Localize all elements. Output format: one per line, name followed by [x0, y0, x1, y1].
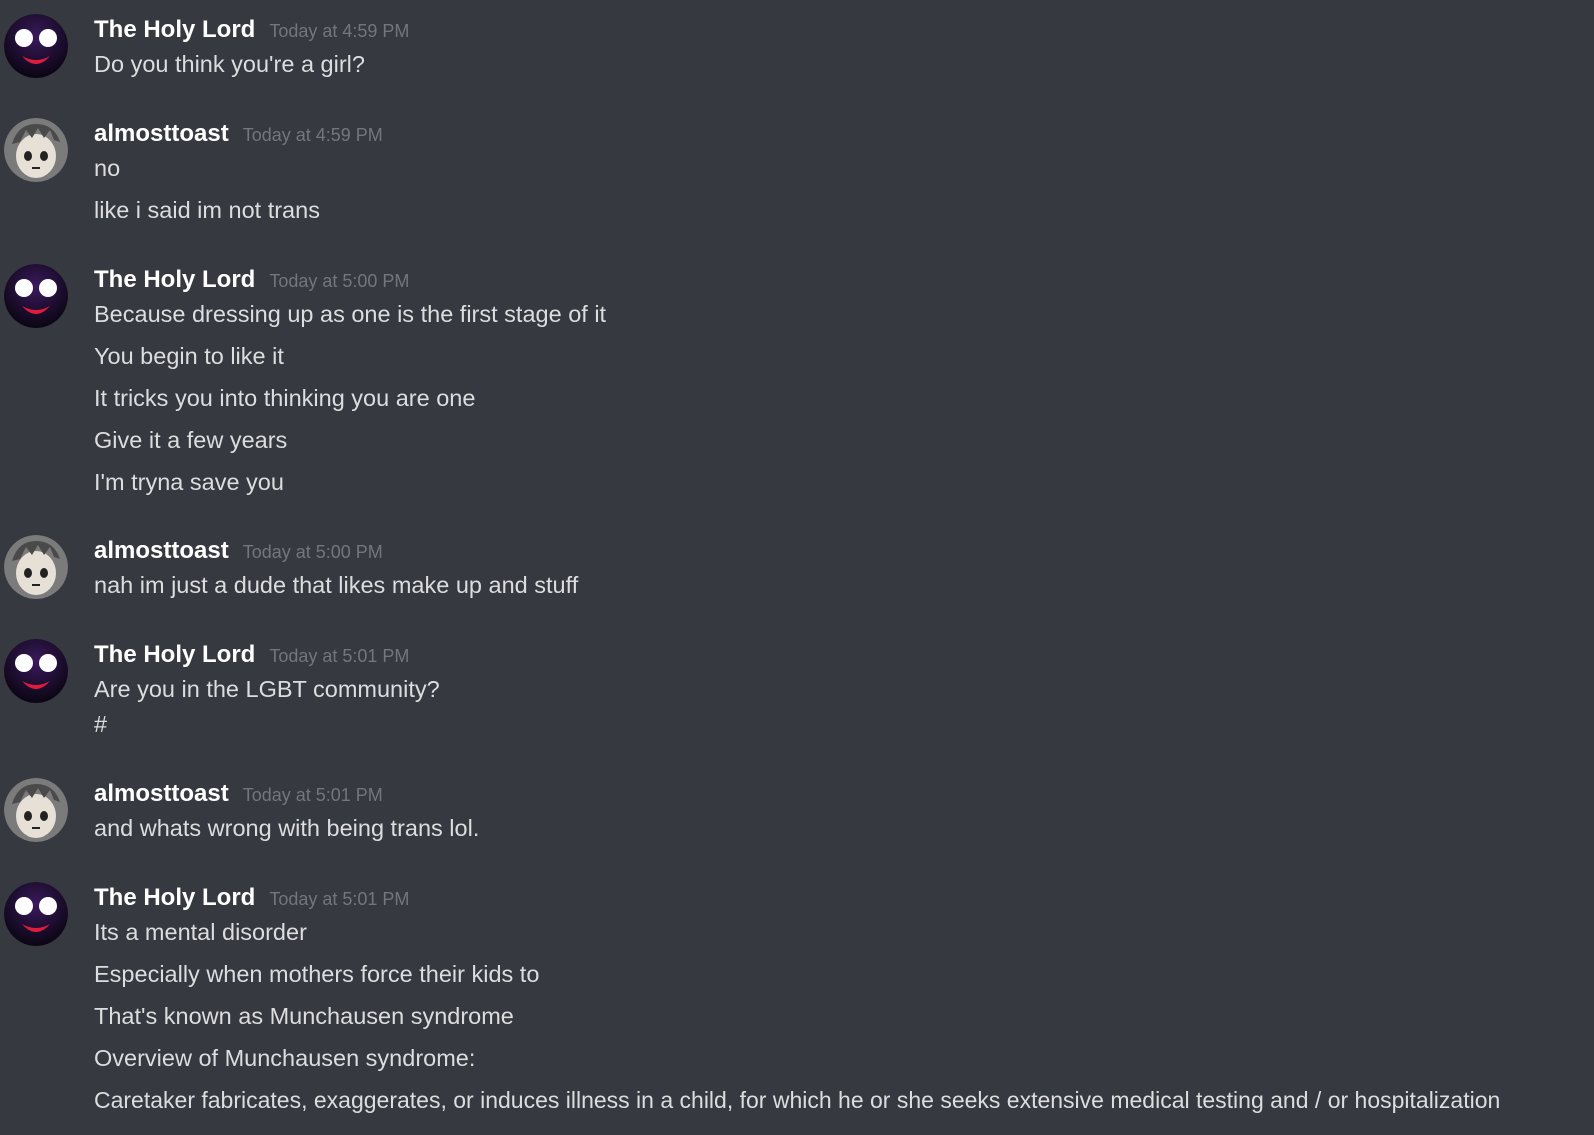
message-text: Do you think you're a girl? [94, 51, 365, 77]
chat-messages: The Holy Lord Today at 4:59 PM Do you th… [0, 0, 1594, 1135]
username[interactable]: almosttoast [94, 118, 229, 150]
message-header: almosttoast Today at 5:01 PM [94, 778, 383, 810]
timestamp[interactable]: Today at 5:01 PM [269, 883, 409, 915]
message-text: Give it a few years [94, 427, 288, 453]
message-text: Its a mental disorder [94, 919, 307, 945]
message-text: Overview of Munchausen syndrome: [94, 1045, 476, 1071]
message-text: like i said im not trans [94, 197, 320, 223]
message-text: That's known as Munchausen syndrome [94, 1003, 514, 1029]
message-text: and whats wrong with being trans lol. [94, 815, 480, 841]
purple-smiley-face-icon [4, 882, 68, 946]
message-text: nah im just a dude that likes make up an… [94, 572, 579, 598]
message-text: Especially when mothers force their kids… [94, 961, 540, 987]
avatar[interactable] [4, 882, 68, 946]
message-header: almosttoast Today at 5:00 PM [94, 535, 383, 567]
username[interactable]: almosttoast [94, 535, 229, 567]
username[interactable]: almosttoast [94, 778, 229, 810]
message-text: Are you in the LGBT community? [94, 676, 440, 702]
timestamp[interactable]: Today at 4:59 PM [243, 119, 383, 151]
avatar[interactable] [4, 778, 68, 842]
message-text: # [94, 711, 108, 737]
avatar[interactable] [4, 639, 68, 703]
face-sketch-icon [4, 778, 68, 842]
face-sketch-icon [4, 535, 68, 599]
purple-smiley-face-icon [4, 264, 68, 328]
timestamp[interactable]: Today at 5:01 PM [243, 779, 383, 811]
username[interactable]: The Holy Lord [94, 882, 255, 914]
avatar[interactable] [4, 535, 68, 599]
username[interactable]: The Holy Lord [94, 14, 255, 46]
message-text: Because dressing up as one is the first … [94, 301, 607, 327]
avatar[interactable] [4, 118, 68, 182]
timestamp[interactable]: Today at 5:00 PM [243, 536, 383, 568]
message-text: Caretaker fabricates, exaggerates, or in… [94, 1087, 1501, 1113]
purple-smiley-face-icon [4, 14, 68, 78]
message-header: The Holy Lord Today at 5:00 PM [94, 264, 409, 296]
purple-smiley-face-icon [4, 639, 68, 703]
timestamp[interactable]: Today at 5:01 PM [269, 640, 409, 672]
face-sketch-icon [4, 118, 68, 182]
message-text: no [94, 155, 121, 181]
message-text: It tricks you into thinking you are one [94, 385, 476, 411]
avatar[interactable] [4, 14, 68, 78]
username[interactable]: The Holy Lord [94, 639, 255, 671]
message-header: The Holy Lord Today at 5:01 PM [94, 882, 409, 914]
message-header: almosttoast Today at 4:59 PM [94, 118, 383, 150]
timestamp[interactable]: Today at 5:00 PM [269, 265, 409, 297]
message-text: I'm tryna save you [94, 469, 284, 495]
message-header: The Holy Lord Today at 5:01 PM [94, 639, 409, 671]
username[interactable]: The Holy Lord [94, 264, 255, 296]
message-header: The Holy Lord Today at 4:59 PM [94, 14, 409, 46]
message-text: You begin to like it [94, 343, 284, 369]
avatar[interactable] [4, 264, 68, 328]
timestamp[interactable]: Today at 4:59 PM [269, 15, 409, 47]
